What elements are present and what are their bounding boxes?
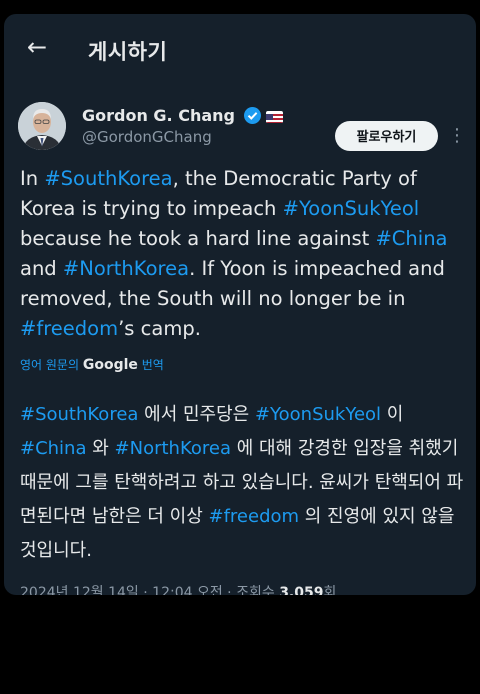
translation-attribution[interactable]: 영어 원문의 Google 번역 (20, 356, 164, 373)
meta-separator: · (138, 585, 153, 595)
post-screen: ← 게시하기 Gordon G. Chang @GordonGChang 팔로우… (4, 14, 476, 595)
post-metadata: 2024년 12월 14일 · 12:04 오전 · 조회수 3,059회 (20, 582, 336, 595)
hashtag-link[interactable]: #SouthKorea (20, 404, 138, 425)
post-date[interactable]: 2024년 12월 14일 (20, 585, 139, 595)
translated-text: #SouthKorea 에서 민주당은 #YoonSukYeol 이 #Chin… (20, 398, 470, 568)
follow-button[interactable]: 팔로우하기 (335, 121, 438, 151)
top-bar: ← 게시하기 (4, 14, 476, 80)
tweet-text-segment: because he took a hard line against (20, 227, 376, 250)
translated-text-segment: 와 (86, 438, 115, 459)
hashtag-link[interactable]: #YoonSukYeol (283, 197, 420, 220)
translated-text-segment: 이 (381, 404, 404, 425)
hashtag-link[interactable]: #YoonSukYeol (255, 404, 381, 425)
hashtag-link[interactable]: #freedom (209, 506, 300, 527)
tweet-text: In #SouthKorea, the Democratic Party of … (20, 164, 466, 344)
meta-separator: · (222, 585, 237, 595)
tweet-text-segment: ’s camp. (118, 317, 201, 340)
more-vertical-icon: ⋮ (448, 125, 466, 146)
translation-suffix: 번역 (137, 358, 164, 372)
post-time[interactable]: 12:04 오전 (152, 585, 223, 595)
translation-prefix: 영어 원문의 (20, 358, 83, 372)
arrow-left-icon: ← (26, 33, 48, 61)
hashtag-link[interactable]: #SouthKorea (44, 167, 172, 190)
more-options-button[interactable]: ⋮ (448, 122, 466, 150)
hashtag-link[interactable]: #freedom (20, 317, 118, 340)
hashtag-link[interactable]: #NorthKorea (63, 257, 189, 280)
author-name[interactable]: Gordon G. Chang (82, 106, 235, 125)
hashtag-link[interactable]: #China (375, 227, 447, 250)
tweet-text-segment: and (20, 257, 63, 280)
views-suffix: 회 (323, 585, 337, 595)
back-button[interactable]: ← (20, 34, 54, 60)
google-wordmark: Google (82, 357, 138, 373)
page-title: 게시하기 (88, 40, 168, 64)
flag-icon (266, 111, 283, 123)
views-label: 조회수 (236, 585, 280, 595)
hashtag-link[interactable]: #NorthKorea (115, 438, 231, 459)
author-handle[interactable]: @GordonGChang (82, 128, 212, 146)
verified-badge-icon (244, 107, 261, 124)
avatar[interactable] (18, 102, 66, 150)
views-count: 3,059 (279, 585, 324, 595)
hashtag-link[interactable]: #China (20, 438, 87, 459)
translated-text-segment: 에서 민주당은 (138, 404, 255, 425)
tweet-text-segment: In (20, 167, 45, 190)
